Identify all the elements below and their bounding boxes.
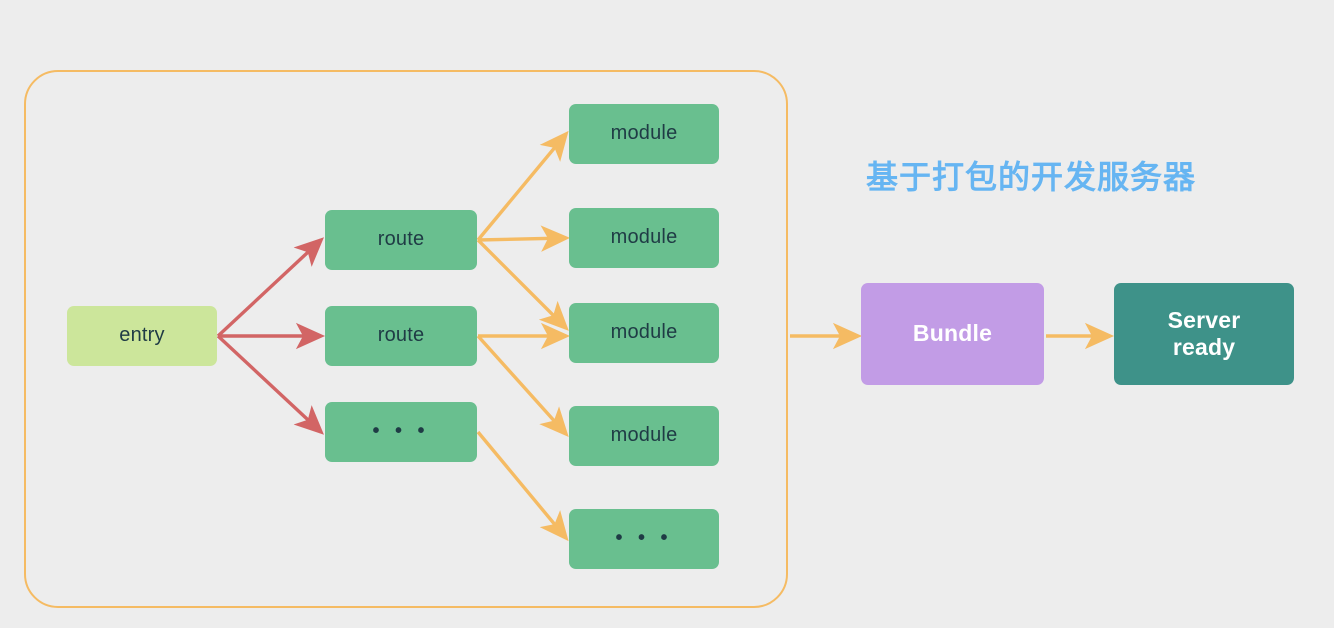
node-module-2[interactable]: module <box>569 208 719 268</box>
node-route-1[interactable]: route <box>325 210 477 270</box>
diagram-canvas: entry route route • • • module module mo… <box>0 0 1334 628</box>
server-ready-line-2: ready <box>1172 334 1236 360</box>
node-server-ready[interactable]: Server ready <box>1114 283 1294 385</box>
node-route-2[interactable]: route <box>325 306 477 366</box>
node-module-more[interactable]: • • • <box>569 509 719 569</box>
node-bundle[interactable]: Bundle <box>861 283 1044 385</box>
node-module-3[interactable]: module <box>569 303 719 363</box>
node-route-more[interactable]: • • • <box>325 402 477 462</box>
node-entry[interactable]: entry <box>67 306 217 366</box>
server-ready-line-1: Server <box>1167 306 1241 333</box>
node-module-1[interactable]: module <box>569 104 719 164</box>
node-module-4[interactable]: module <box>569 406 719 466</box>
diagram-title: 基于打包的开发服务器 <box>866 159 1197 195</box>
